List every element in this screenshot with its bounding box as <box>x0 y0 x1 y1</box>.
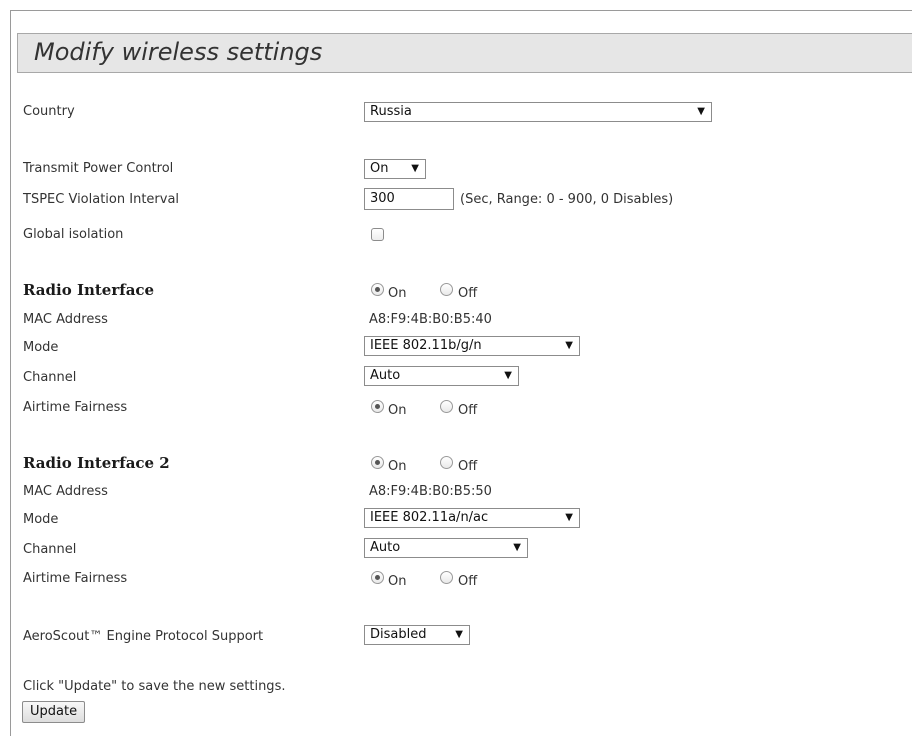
tspec-input[interactable]: 300 <box>364 188 454 210</box>
radio2-airtime-off-label: Off <box>458 574 478 589</box>
radio2-on-label: On <box>388 459 407 474</box>
radio1-airtime-on-radio[interactable] <box>371 400 384 413</box>
aeroscout-value: Disabled <box>370 627 427 642</box>
radio1-off-radio[interactable] <box>440 283 453 296</box>
radio2-mode-select[interactable]: IEEE 802.11a/n/ac ▼ <box>364 508 580 528</box>
radio2-mac-value: A8:F9:4B:B0:B5:50 <box>369 484 492 499</box>
update-hint: Click "Update" to save the new settings. <box>23 679 286 694</box>
radio2-channel-label: Channel <box>23 542 77 557</box>
tspec-label: TSPEC Violation Interval <box>23 192 180 207</box>
country-select[interactable]: Russia ▼ <box>364 102 712 122</box>
radio2-off-label: Off <box>458 459 478 474</box>
radio1-channel-label: Channel <box>23 370 77 385</box>
isolation-checkbox[interactable] <box>371 228 384 241</box>
radio2-mode-label: Mode <box>23 512 59 527</box>
radio2-heading: Radio Interface 2 <box>23 454 170 472</box>
chevron-down-icon: ▼ <box>411 163 419 174</box>
update-button[interactable]: Update <box>22 701 86 723</box>
radio1-on-radio[interactable] <box>371 283 384 296</box>
tpc-label: Transmit Power Control <box>23 161 174 176</box>
radio1-airtime-on-label: On <box>388 403 407 418</box>
tspec-value: 300 <box>370 191 395 206</box>
radio2-channel-value: Auto <box>370 540 401 555</box>
radio2-airtime-off-radio[interactable] <box>440 571 453 584</box>
radio2-airtime-label: Airtime Fairness <box>23 571 128 586</box>
radio1-airtime-off-label: Off <box>458 403 478 418</box>
country-label: Country <box>23 104 75 119</box>
radio2-on-radio[interactable] <box>371 456 384 469</box>
chevron-down-icon: ▼ <box>697 106 705 117</box>
tpc-value: On <box>370 161 389 176</box>
aeroscout-select[interactable]: Disabled ▼ <box>364 625 470 645</box>
radio2-off-radio[interactable] <box>440 456 453 469</box>
chevron-down-icon: ▼ <box>504 370 512 381</box>
radio2-mac-label: MAC Address <box>23 484 108 499</box>
radio2-airtime-on-radio[interactable] <box>371 571 384 584</box>
radio1-channel-select[interactable]: Auto ▼ <box>364 366 519 386</box>
radio1-mode-label: Mode <box>23 340 59 355</box>
radio1-mac-value: A8:F9:4B:B0:B5:40 <box>369 312 492 327</box>
radio1-off-label: Off <box>458 286 478 301</box>
radio2-mode-value: IEEE 802.11a/n/ac <box>370 510 489 525</box>
country-value: Russia <box>370 104 412 119</box>
radio1-airtime-off-radio[interactable] <box>440 400 453 413</box>
chevron-down-icon: ▼ <box>565 512 573 523</box>
radio2-airtime-on-label: On <box>388 574 407 589</box>
chevron-down-icon: ▼ <box>455 629 463 640</box>
page-header: Modify wireless settings <box>17 33 912 73</box>
page-title: Modify wireless settings <box>34 38 323 66</box>
tpc-select[interactable]: On ▼ <box>364 159 426 179</box>
radio2-channel-select[interactable]: Auto ▼ <box>364 538 528 558</box>
radio1-airtime-label: Airtime Fairness <box>23 400 128 415</box>
radio1-heading: Radio Interface <box>23 281 155 299</box>
radio1-mac-label: MAC Address <box>23 312 108 327</box>
radio1-channel-value: Auto <box>370 368 401 383</box>
radio1-mode-value: IEEE 802.11b/g/n <box>370 338 482 353</box>
aeroscout-label: AeroScout™ Engine Protocol Support <box>23 629 264 644</box>
radio1-on-label: On <box>388 286 407 301</box>
radio1-mode-select[interactable]: IEEE 802.11b/g/n ▼ <box>364 336 580 356</box>
tspec-hint: (Sec, Range: 0 - 900, 0 Disables) <box>460 192 674 207</box>
isolation-label: Global isolation <box>23 227 124 242</box>
chevron-down-icon: ▼ <box>513 542 521 553</box>
chevron-down-icon: ▼ <box>565 340 573 351</box>
